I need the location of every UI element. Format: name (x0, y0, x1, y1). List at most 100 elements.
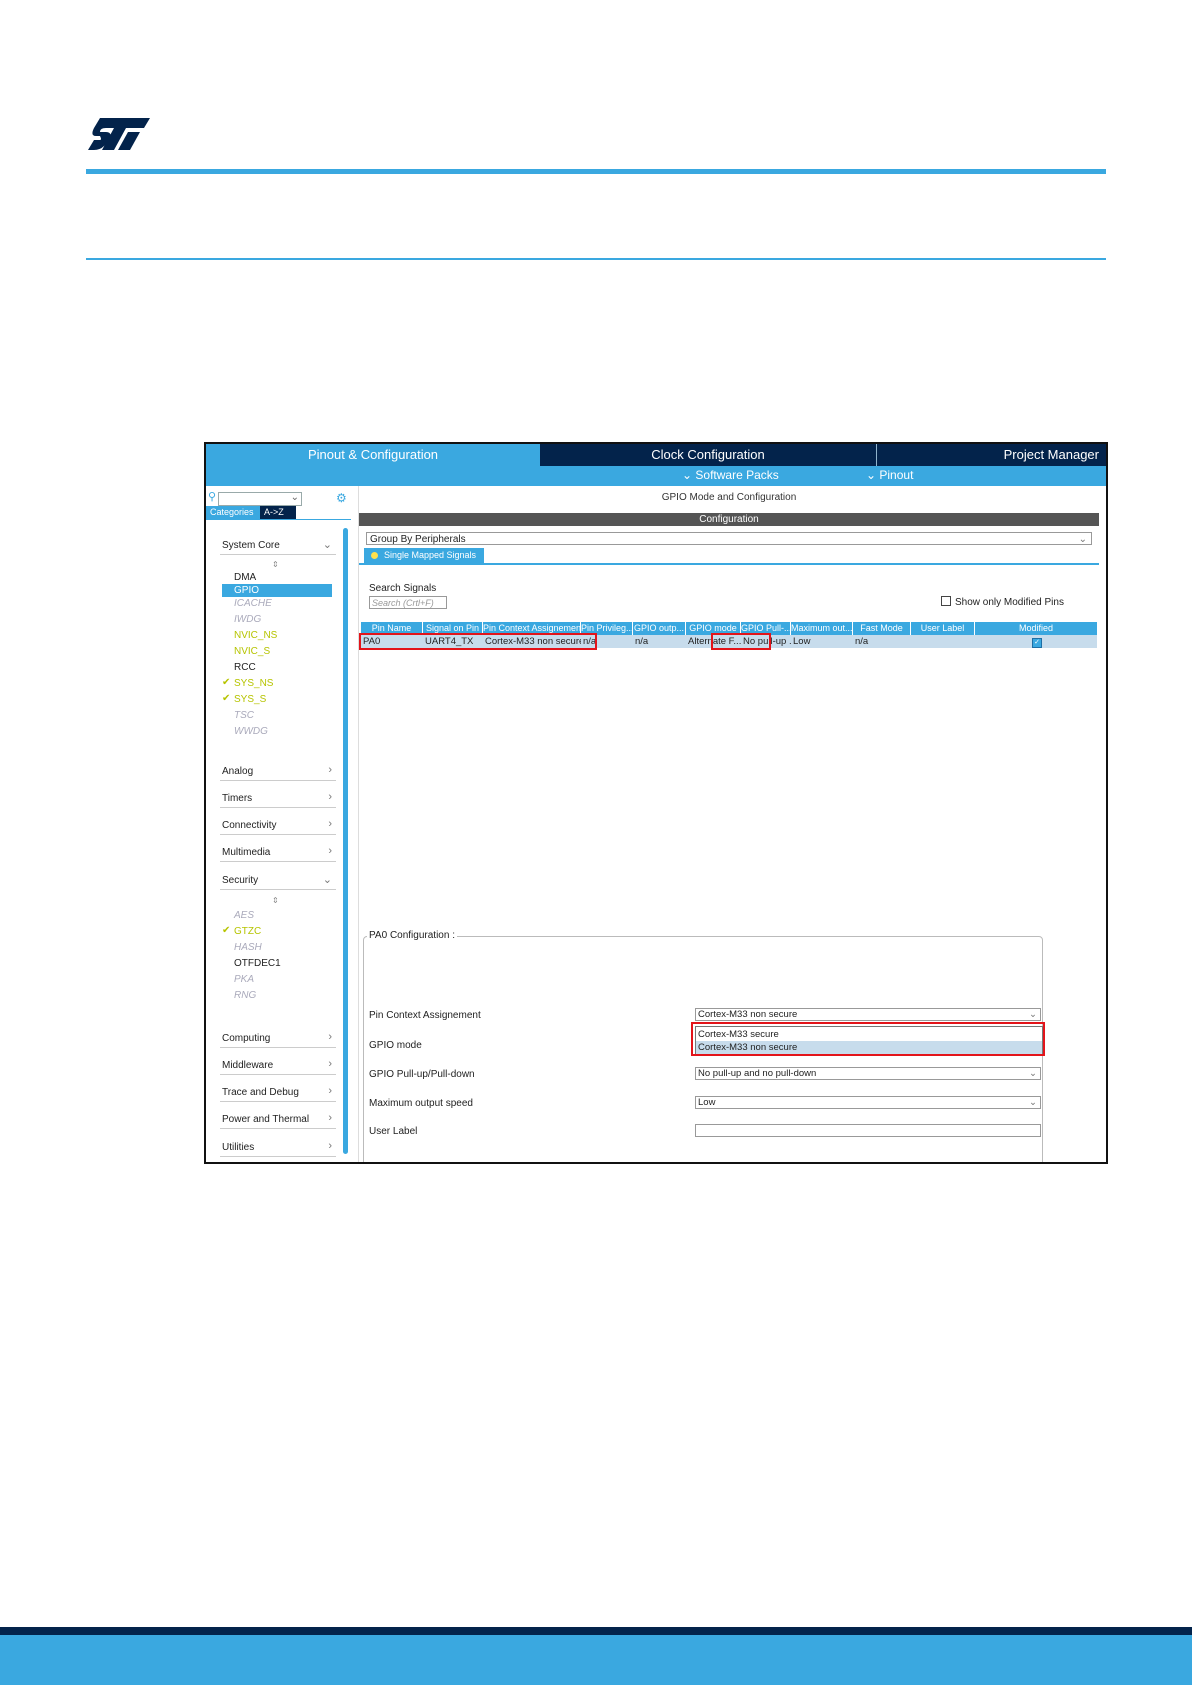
header-subrule (86, 258, 1106, 260)
group-security[interactable]: Security ⌄ (220, 871, 336, 890)
chevron-right-icon: › (328, 1112, 332, 1124)
status-dot-icon (371, 552, 378, 559)
chevron-down-icon: ⌄ (290, 492, 299, 503)
gear-icon[interactable]: ⚙ (336, 491, 347, 505)
speed-select[interactable]: Low ⌄ (695, 1096, 1041, 1109)
list-item-rng[interactable]: RNG (234, 989, 256, 1002)
pinout-menu[interactable]: ⌄ Pinout (866, 468, 913, 482)
checkbox-icon (941, 596, 951, 606)
pull-select[interactable]: No pull-up and no pull-down ⌄ (695, 1067, 1041, 1080)
cubemx-window: Pinout & Configuration Clock Configurati… (204, 442, 1108, 1164)
tab-a-z[interactable]: A->Z (260, 506, 296, 519)
search-signals-input[interactable]: Search (Crtl+F) (369, 596, 447, 609)
show-modified-checkbox[interactable]: Show only Modified Pins (941, 596, 1064, 608)
tab-single-mapped-signals[interactable]: Single Mapped Signals (364, 548, 485, 563)
pa0-config-title: PA0 Configuration : (367, 930, 457, 941)
list-item-hash[interactable]: HASH (234, 941, 262, 954)
cell-fast-mode: n/a (855, 636, 869, 647)
group-multimedia[interactable]: Multimedia › (220, 843, 336, 862)
chevron-down-icon: ⌄ (1029, 1097, 1037, 1108)
sort-icon[interactable]: ⇕ (272, 560, 279, 569)
footer-bar (0, 1635, 1192, 1685)
col-user-label[interactable]: User Label (911, 622, 975, 635)
list-item-icache[interactable]: ICACHE (234, 597, 272, 610)
category-search-input[interactable]: ⌄ (218, 492, 302, 506)
cell-max-output: Low (793, 636, 811, 647)
chevron-right-icon: › (328, 764, 332, 776)
sub-toolbar: ⌄ Software Packs ⌄ Pinout (206, 466, 1106, 486)
pin-context-select[interactable]: Cortex-M33 non secure ⌄ (695, 1008, 1041, 1021)
chevron-right-icon: › (328, 1085, 332, 1097)
tab-categories[interactable]: Categories (206, 506, 264, 519)
sort-icon[interactable]: ⇕ (272, 896, 279, 905)
list-item-gtzc[interactable]: GTZC (234, 925, 261, 938)
user-label-input[interactable] (695, 1124, 1041, 1137)
chevron-right-icon: › (328, 1140, 332, 1152)
chevron-down-icon: ⌄ (682, 468, 696, 482)
group-trace-debug[interactable]: Trace and Debug › (220, 1083, 336, 1102)
user-label-label: User Label (369, 1126, 418, 1137)
footer-rule (0, 1627, 1192, 1635)
chevron-down-icon: ⌄ (1029, 1068, 1037, 1079)
list-item-nvic-ns[interactable]: NVIC_NS (234, 629, 277, 642)
chevron-right-icon: › (328, 1031, 332, 1043)
highlight-dropdown (691, 1022, 1045, 1056)
chevron-down-icon: ⌄ (1078, 534, 1087, 545)
main-tabbar: Pinout & Configuration Clock Configurati… (206, 444, 1106, 466)
chevron-down-icon: ⌄ (322, 874, 332, 886)
list-item-otfdec1[interactable]: OTFDEC1 (234, 957, 281, 970)
list-item-dma[interactable]: DMA (234, 571, 256, 584)
chevron-right-icon: › (328, 845, 332, 857)
list-item-wwdg[interactable]: WWDG (234, 725, 268, 738)
tab-underline (359, 563, 1099, 565)
list-item-iwdg[interactable]: IWDG (234, 613, 261, 626)
chevron-right-icon: › (328, 818, 332, 830)
group-timers[interactable]: Timers › (220, 789, 336, 808)
check-icon: ✔ (222, 925, 231, 936)
group-power-thermal[interactable]: Power and Thermal › (220, 1110, 336, 1129)
list-item-rcc[interactable]: RCC (234, 661, 256, 674)
cell-gpio-output: n/a (635, 636, 649, 647)
chevron-right-icon: › (328, 1058, 332, 1070)
check-icon: ✔ (222, 677, 231, 688)
list-item-pka[interactable]: PKA (234, 973, 254, 986)
highlight-pin-context (359, 633, 597, 650)
group-utilities[interactable]: Utilities › (220, 1138, 336, 1157)
group-middleware[interactable]: Middleware › (220, 1056, 336, 1075)
list-item-sys-s[interactable]: SYS_S (234, 693, 266, 706)
list-item-gpio[interactable]: GPIO (222, 584, 332, 597)
gpio-config-panel: GPIO Mode and Configuration Configuratio… (358, 486, 1099, 1162)
list-item-sys-ns[interactable]: SYS_NS (234, 677, 273, 690)
group-system-core[interactable]: System Core ⌄ (220, 536, 336, 555)
chevron-down-icon: ⌄ (1029, 1009, 1037, 1020)
gpio-mode-label: GPIO mode (369, 1040, 422, 1051)
col-gpio-output[interactable]: GPIO outp... (633, 622, 686, 635)
software-packs-menu[interactable]: ⌄ Software Packs (682, 468, 779, 482)
group-analog[interactable]: Analog › (220, 762, 336, 781)
categories-panel: ⚲ ⌄ ⚙ Categories A->Z System Core ⌄ ⇕ DMA… (206, 486, 351, 1162)
st-logo (88, 118, 150, 150)
col-max-output[interactable]: Maximum out... (791, 622, 853, 635)
check-icon: ✔ (222, 693, 231, 704)
group-connectivity[interactable]: Connectivity › (220, 816, 336, 835)
chevron-right-icon: › (328, 791, 332, 803)
tab-project-manager[interactable]: Project Manager (876, 444, 1106, 466)
group-by-select[interactable]: Group By Peripherals ⌄ (366, 532, 1092, 545)
list-item-aes[interactable]: AES (234, 909, 254, 922)
pin-context-label: Pin Context Assignement (369, 1010, 481, 1021)
list-item-tsc[interactable]: TSC (234, 709, 254, 722)
list-item-nvic-s[interactable]: NVIC_S (234, 645, 270, 658)
checkbox-checked-icon[interactable]: ✓ (1032, 638, 1042, 648)
scrollbar[interactable] (343, 528, 348, 1154)
col-modified[interactable]: Modified (975, 622, 1097, 635)
col-fast-mode[interactable]: Fast Mode (853, 622, 911, 635)
tab-clock-configuration[interactable]: Clock Configuration (540, 444, 876, 466)
tab-pinout-configuration[interactable]: Pinout & Configuration (206, 444, 540, 466)
pull-label: GPIO Pull-up/Pull-down (369, 1069, 475, 1080)
search-icon: ⚲ (208, 491, 217, 503)
search-signals-label: Search Signals (369, 583, 437, 594)
chevron-down-icon: ⌄ (866, 468, 880, 482)
divider (206, 519, 351, 520)
group-computing[interactable]: Computing › (220, 1029, 336, 1048)
cell-modified: ✓ (975, 635, 1097, 648)
